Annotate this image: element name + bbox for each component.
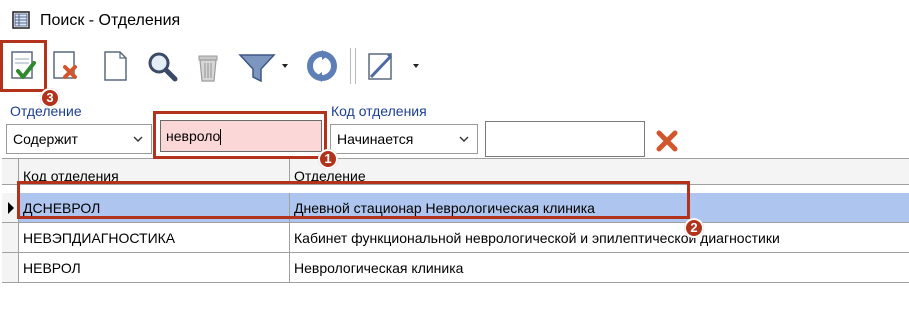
row-indicator	[2, 223, 19, 253]
trash-icon	[198, 55, 218, 82]
filter-button[interactable]	[235, 44, 295, 88]
annotation-badge-2: 2	[684, 218, 704, 238]
code-match-mode-select[interactable]: Начинается	[330, 124, 478, 154]
toolbar-separator	[355, 48, 356, 84]
new-document-icon	[104, 51, 127, 81]
toolbar-separator-highlight	[351, 48, 352, 84]
delete-button[interactable]	[45, 44, 85, 88]
department-code-label: Код отделения	[331, 103, 427, 119]
code-match-mode-value: Начинается	[337, 131, 414, 147]
row-indicator	[2, 253, 19, 283]
refresh-icon	[307, 50, 337, 82]
search-icon	[148, 52, 178, 82]
chevron-down-icon	[459, 136, 469, 142]
delete-icon	[53, 51, 77, 79]
window-title: Поиск - Отделения	[40, 12, 181, 29]
filter-icon	[238, 54, 288, 83]
new-button[interactable]	[95, 44, 135, 88]
trash-button[interactable]	[188, 44, 228, 88]
table-row[interactable]: НЕВРОЛ Неврологическая клиника	[2, 253, 909, 283]
refresh-button[interactable]	[302, 44, 342, 88]
annotation-box-3	[0, 40, 47, 92]
chevron-down-icon	[133, 136, 143, 142]
annotation-badge-3: 3	[40, 88, 60, 108]
close-icon	[656, 130, 678, 152]
window-icon	[12, 11, 30, 29]
department-code-search-input[interactable]	[485, 121, 645, 157]
cell-department: Неврологическая клиника	[290, 253, 909, 283]
annotation-badge-1: 1	[318, 149, 338, 169]
title-bar: Поиск - Отделения	[0, 0, 909, 40]
clear-filter-button[interactable]	[654, 128, 680, 154]
department-match-mode-value: Содержит	[13, 131, 78, 147]
department-match-mode-select[interactable]: Содержит	[6, 124, 152, 154]
search-button[interactable]	[142, 44, 182, 88]
edit-icon	[368, 53, 419, 80]
cell-code: НЕВЭПДИАГНОСТИКА	[19, 223, 290, 253]
edit-button[interactable]	[360, 44, 426, 88]
annotation-box-2	[17, 181, 690, 219]
current-row-arrow-icon	[8, 202, 14, 214]
cell-department: Кабинет функциональной неврологической и…	[290, 223, 909, 253]
cell-code: НЕВРОЛ	[19, 253, 290, 283]
annotation-box-1	[153, 111, 327, 159]
table-row[interactable]: НЕВЭПДИАГНОСТИКА Кабинет функциональной …	[2, 223, 909, 253]
